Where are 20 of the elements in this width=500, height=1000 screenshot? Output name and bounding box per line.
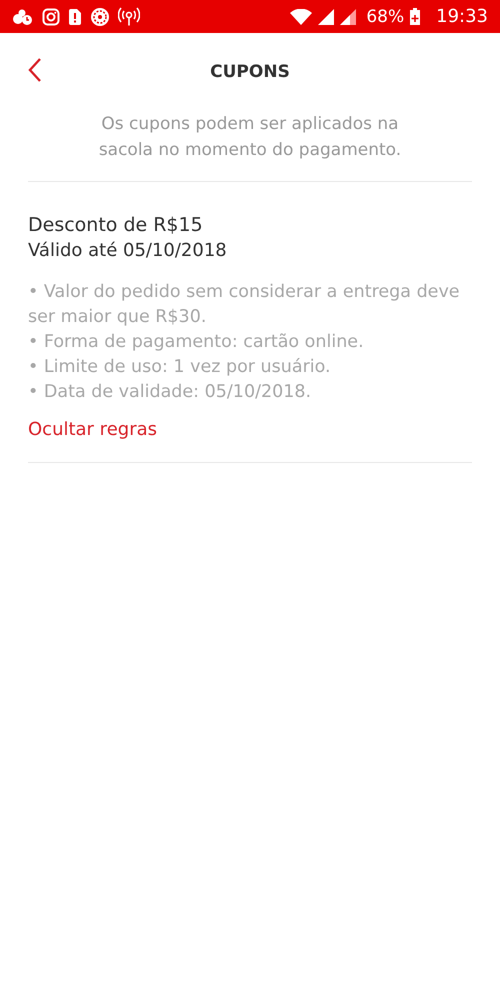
notification-icon bbox=[12, 8, 34, 26]
signal-icon bbox=[318, 8, 334, 24]
wifi-icon bbox=[290, 8, 312, 24]
info-text: Os cupons podem ser aplicados na sacola no momento do pagamento. bbox=[98, 113, 402, 162]
camera-icon bbox=[42, 8, 60, 26]
flower-icon bbox=[90, 6, 110, 26]
signal-icon bbox=[340, 8, 356, 24]
clock: 19:33 bbox=[436, 6, 488, 27]
rule-text: • Forma de pagamento: cartão online. bbox=[28, 331, 365, 354]
coupon-validity: Válido até 05/10/2018 bbox=[28, 239, 228, 263]
rule-text: • Valor do pedido sem considerar a entrega deve ser maior que R$30. bbox=[28, 281, 461, 329]
coupon-title: Desconto de R$15 bbox=[28, 213, 204, 238]
alert-icon bbox=[68, 8, 82, 26]
toggle-rules-link[interactable]: Ocultar regras bbox=[28, 415, 157, 444]
rule-text: • Data de validade: 05/10/2018. bbox=[28, 381, 312, 404]
page-title: CUPONS bbox=[210, 62, 290, 82]
rule-text: • Limite de uso: 1 vez por usuário. bbox=[28, 356, 332, 379]
battery-icon bbox=[410, 8, 420, 25]
battery-percentage: 68% bbox=[366, 6, 404, 26]
hotspot-icon bbox=[118, 6, 140, 26]
